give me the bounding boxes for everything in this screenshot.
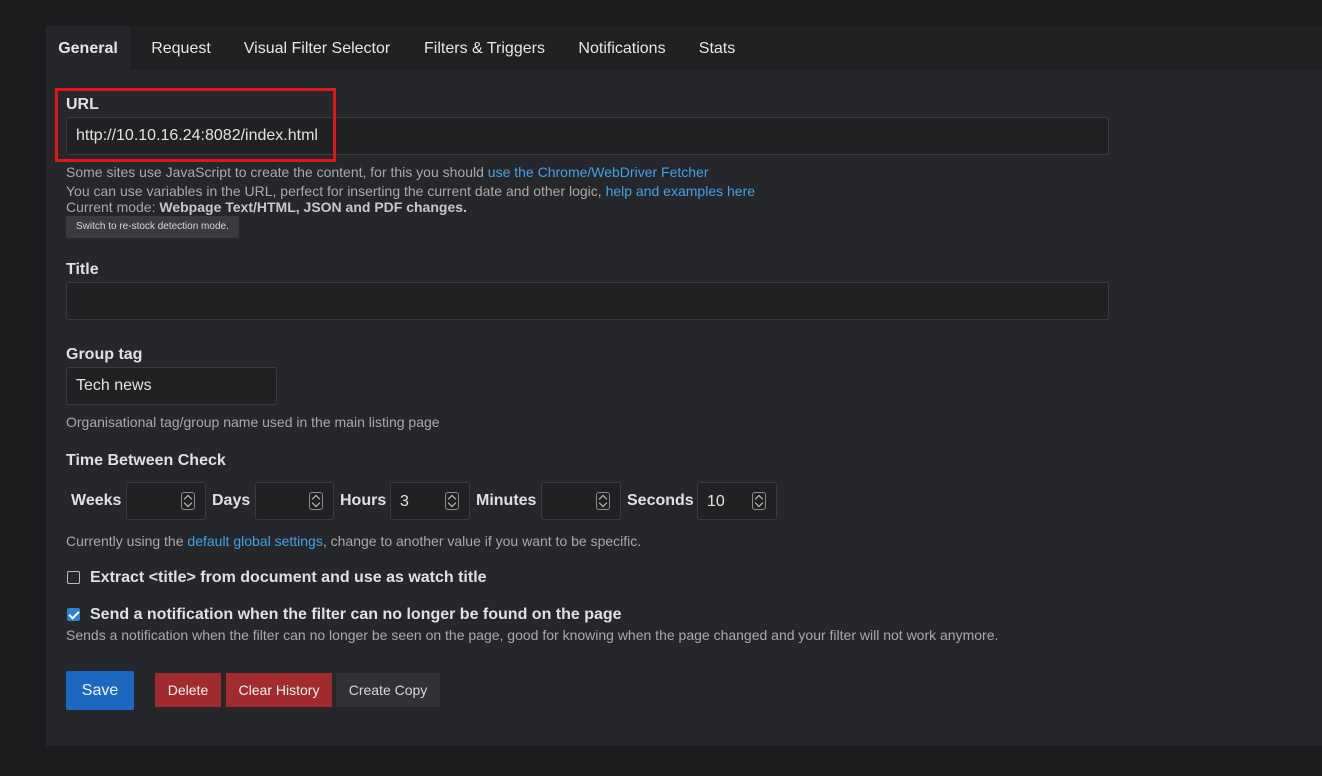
hours-spinner-icon[interactable] (445, 492, 459, 510)
current-mode-value: Webpage Text/HTML, JSON and PDF changes. (159, 199, 467, 215)
title-input[interactable] (66, 282, 1109, 320)
group-tag-help: Organisational tag/group name used in th… (66, 414, 440, 430)
url-label: URL (66, 96, 99, 113)
seconds-label: Seconds (627, 492, 694, 509)
group-tag-input[interactable] (66, 367, 277, 405)
weeks-input[interactable] (126, 482, 206, 520)
seconds-input[interactable]: 10 (697, 482, 777, 520)
help-examples-link[interactable]: help and examples here (606, 183, 755, 199)
tab-general[interactable]: General (46, 26, 130, 70)
url-help-variables-text: You can use variables in the URL, perfec… (66, 183, 606, 199)
url-help-javascript-text: Some sites use JavaScript to create the … (66, 164, 488, 180)
page-bottom (0, 746, 1322, 776)
weeks-spinner-icon[interactable] (181, 492, 195, 510)
time-check-help-suffix: , change to another value if you want to… (322, 533, 642, 549)
time-between-check-label: Time Between Check (66, 452, 226, 469)
title-label: Title (66, 261, 99, 278)
tab-bar: General Request Visual Filter Selector F… (46, 26, 1322, 70)
time-check-help: Currently using the default global setti… (66, 533, 641, 549)
filter-failure-help: Sends a notification when the filter can… (66, 627, 999, 643)
tab-filters-triggers[interactable]: Filters & Triggers (413, 26, 556, 70)
filter-failure-notification-checkbox[interactable] (67, 608, 80, 621)
weeks-label: Weeks (71, 492, 122, 509)
minutes-input[interactable] (541, 482, 621, 520)
extract-title-label[interactable]: Extract <title> from document and use as… (90, 569, 487, 587)
minutes-spinner-icon[interactable] (596, 492, 610, 510)
minutes-label: Minutes (476, 492, 537, 509)
hours-label: Hours (340, 492, 387, 509)
days-label: Days (212, 492, 251, 509)
url-help-javascript: Some sites use JavaScript to create the … (66, 164, 709, 180)
extract-title-checkbox[interactable] (67, 571, 80, 584)
seconds-spinner-icon[interactable] (752, 492, 766, 510)
days-input[interactable] (255, 482, 334, 520)
chrome-webdriver-fetcher-link[interactable]: use the Chrome/WebDriver Fetcher (488, 164, 709, 180)
tab-visual-filter-selector[interactable]: Visual Filter Selector (233, 26, 401, 70)
default-global-settings-link[interactable]: default global settings (187, 533, 322, 549)
switch-restock-mode-button[interactable]: Switch to re-stock detection mode. (66, 216, 239, 238)
filter-failure-notification-label[interactable]: Send a notification when the filter can … (90, 606, 622, 624)
days-spinner-icon[interactable] (309, 492, 323, 510)
current-mode: Current mode: Webpage Text/HTML, JSON an… (66, 199, 467, 215)
hours-value: 3 (400, 493, 409, 510)
group-tag-label: Group tag (66, 346, 143, 363)
hours-input[interactable]: 3 (390, 482, 470, 520)
current-mode-label: Current mode: (66, 199, 160, 215)
delete-button[interactable]: Delete (155, 673, 221, 707)
url-help-variables: You can use variables in the URL, perfec… (66, 183, 755, 199)
tab-request[interactable]: Request (141, 26, 221, 70)
create-copy-button[interactable]: Create Copy (336, 673, 440, 707)
seconds-value: 10 (707, 493, 725, 510)
clear-history-button[interactable]: Clear History (226, 673, 332, 707)
tab-notifications[interactable]: Notifications (568, 26, 676, 70)
save-button[interactable]: Save (66, 671, 134, 710)
url-input[interactable] (66, 117, 1109, 155)
time-check-help-prefix: Currently using the (66, 533, 188, 549)
tab-stats[interactable]: Stats (688, 26, 746, 70)
